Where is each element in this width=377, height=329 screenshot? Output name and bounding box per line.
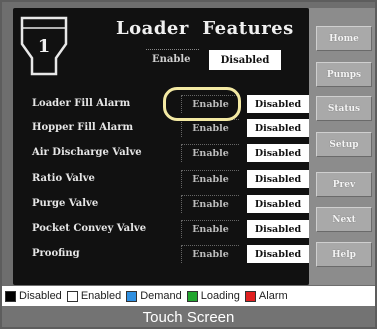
feature-row: Ratio Valve Enable Disabled xyxy=(32,170,309,190)
enable-button[interactable]: Enable xyxy=(181,245,239,263)
legend-label: Alarm xyxy=(258,290,288,302)
loader-number: 1 xyxy=(38,36,51,57)
feature-label: Purge Valve xyxy=(32,198,99,209)
disabled-button[interactable]: Disabled xyxy=(247,119,309,137)
feature-label: Proofing xyxy=(32,248,80,259)
setup-button[interactable]: Setup xyxy=(316,132,372,157)
disabled-button[interactable]: Disabled xyxy=(247,245,309,263)
legend-label: Loading xyxy=(200,290,240,302)
home-button[interactable]: Home xyxy=(316,26,372,51)
feature-row: Proofing Enable Disabled xyxy=(32,245,309,265)
legend-disabled: Disabled xyxy=(5,290,62,302)
legend-swatch xyxy=(186,290,198,302)
disabled-button[interactable]: Disabled xyxy=(247,144,309,162)
enable-button[interactable]: Enable xyxy=(181,220,239,238)
disabled-header-button[interactable]: Disabled xyxy=(209,50,281,70)
enable-button[interactable]: Enable xyxy=(181,170,239,188)
feature-row: Air Discharge Valve Enable Disabled xyxy=(32,144,309,164)
enable-button[interactable]: Enable xyxy=(181,119,239,137)
legend-label: Disabled xyxy=(19,290,62,302)
pumps-button[interactable]: Pumps xyxy=(316,62,372,87)
next-button[interactable]: Next xyxy=(316,207,372,232)
status-legend: Disabled Enabled Demand Loading Alarm xyxy=(0,286,377,306)
legend-label: Enabled xyxy=(80,290,122,302)
legend-alarm: Alarm xyxy=(244,290,288,302)
feature-label: Loader Fill Alarm xyxy=(32,98,131,109)
legend-demand: Demand xyxy=(126,290,182,302)
status-button[interactable]: Status xyxy=(316,96,372,121)
disabled-button[interactable]: Disabled xyxy=(247,95,309,113)
feature-label: Ratio Valve xyxy=(32,173,95,184)
help-button[interactable]: Help xyxy=(316,242,372,267)
enable-header: Enable xyxy=(152,54,191,65)
feature-label: Air Discharge Valve xyxy=(32,147,142,158)
legend-loading: Loading xyxy=(186,290,240,302)
enable-button[interactable]: Enable xyxy=(181,144,239,162)
disabled-button[interactable]: Disabled xyxy=(247,195,309,213)
prev-button[interactable]: Prev xyxy=(316,172,372,197)
feature-row: Hopper Fill Alarm Enable Disabled xyxy=(32,119,309,139)
legend-swatch xyxy=(66,290,78,302)
footer-caption: Touch Screen xyxy=(0,306,377,329)
page-title: Loader Features xyxy=(116,18,294,39)
loader-icon: 1 xyxy=(20,16,68,76)
legend-label: Demand xyxy=(140,290,182,302)
legend-enabled: Enabled xyxy=(66,290,122,302)
feature-label: Pocket Convey Valve xyxy=(32,223,147,234)
disabled-button[interactable]: Disabled xyxy=(247,220,309,238)
feature-row: Purge Valve Enable Disabled xyxy=(32,195,309,215)
highlight-ring xyxy=(163,87,241,121)
legend-swatch xyxy=(244,290,256,302)
header-divider xyxy=(146,49,199,50)
legend-swatch xyxy=(126,290,138,302)
feature-label: Hopper Fill Alarm xyxy=(32,122,134,133)
enable-button[interactable]: Enable xyxy=(181,195,239,213)
feature-row: Pocket Convey Valve Enable Disabled xyxy=(32,220,309,240)
disabled-button[interactable]: Disabled xyxy=(247,170,309,188)
legend-swatch xyxy=(5,290,16,302)
